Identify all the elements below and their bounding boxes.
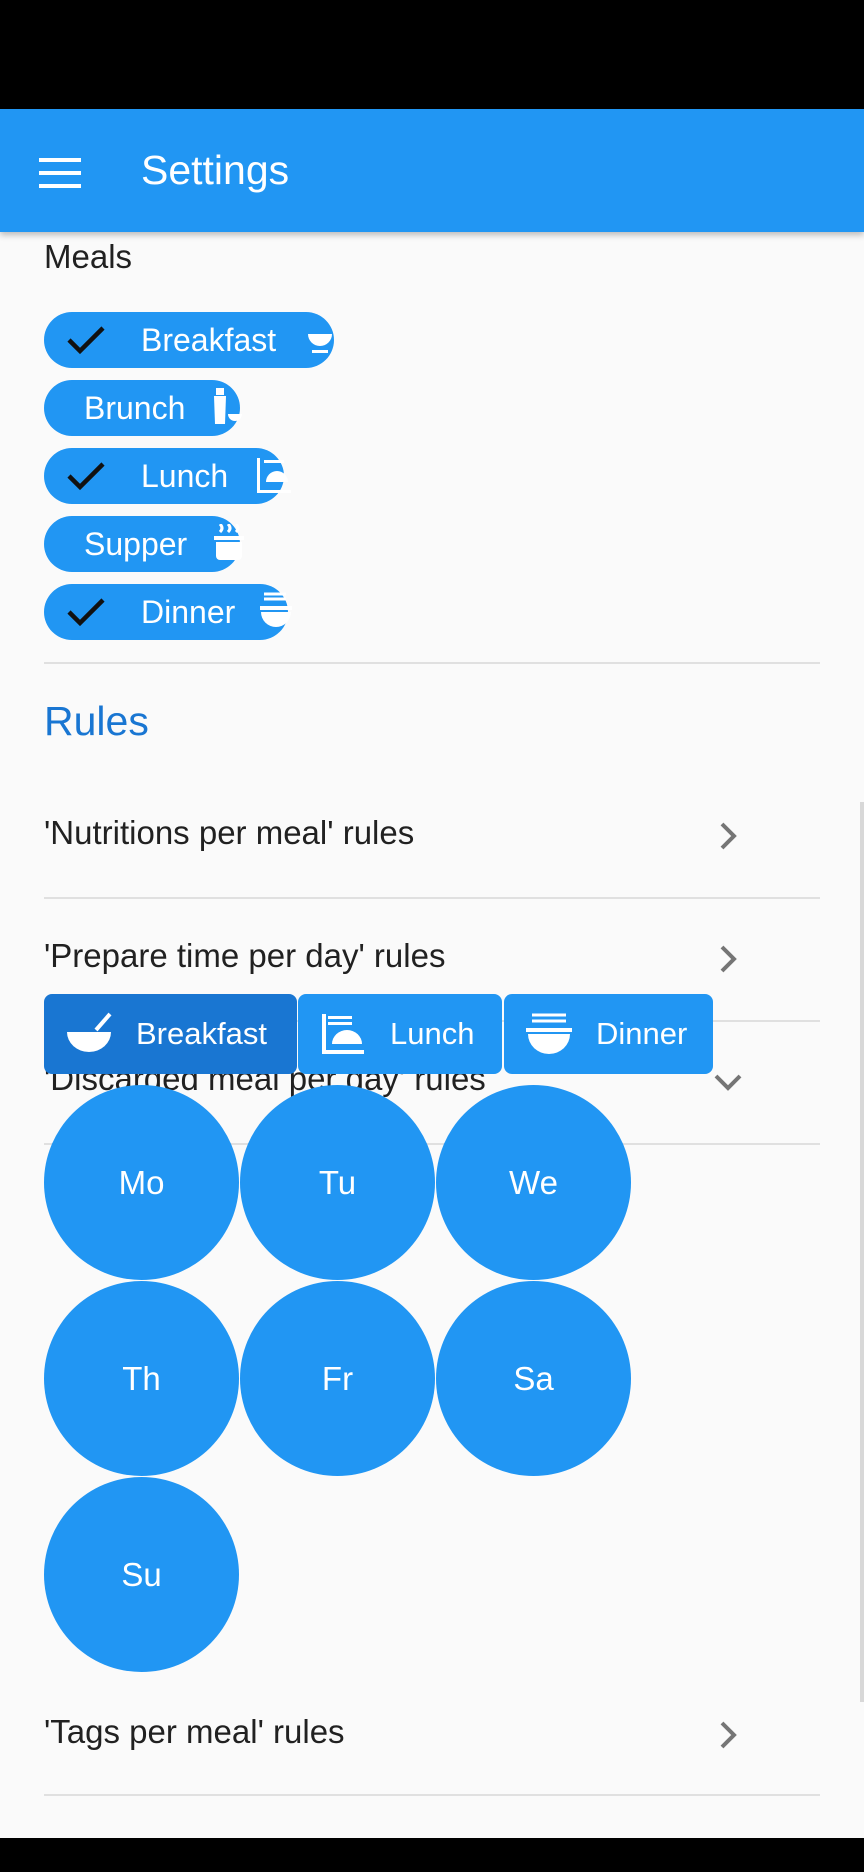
navigation-bar <box>0 1838 864 1872</box>
settings-content[interactable]: Meals Breakfast Brunch Lunch Supper Dinn… <box>0 232 864 1838</box>
check-icon <box>67 598 105 627</box>
day-friday[interactable]: Fr <box>240 1281 435 1476</box>
meal-toggle-dinner[interactable]: Dinner <box>504 994 713 1074</box>
meal-chip-label: Breakfast <box>141 322 277 358</box>
page-title: Settings <box>141 147 290 193</box>
section-divider <box>44 662 820 664</box>
day-wednesday[interactable]: We <box>436 1085 631 1280</box>
meal-chip-dinner[interactable]: Dinner <box>44 584 292 640</box>
app-bar: Settings <box>0 109 864 232</box>
row-divider <box>44 1794 820 1796</box>
chevron-right-icon <box>720 822 737 850</box>
breakfast-bowl-icon <box>308 334 332 353</box>
chevron-down-icon <box>714 1074 742 1091</box>
lunch-tray-icon <box>322 1014 364 1054</box>
rule-nutritions-per-meal[interactable]: 'Nutritions per meal' rules <box>44 776 820 896</box>
meal-toggle-breakfast[interactable]: Breakfast <box>44 994 297 1074</box>
meal-chip-lunch[interactable]: Lunch <box>44 448 291 504</box>
lunch-tray-icon <box>257 458 291 493</box>
menu-icon <box>39 158 81 188</box>
meal-chip-label: Supper <box>84 526 188 562</box>
check-icon <box>67 326 105 355</box>
meal-toggle-lunch[interactable]: Lunch <box>298 994 502 1074</box>
meal-chip-breakfast[interactable]: Breakfast <box>44 312 334 368</box>
meal-toggle-label: Lunch <box>390 1016 475 1051</box>
day-saturday[interactable]: Sa <box>436 1281 631 1476</box>
rule-label: 'Tags per meal' rules <box>44 1713 345 1750</box>
scrollbar[interactable] <box>860 802 864 1702</box>
meals-label: Meals <box>44 238 133 275</box>
chevron-right-icon <box>720 1721 737 1749</box>
rule-tags-per-meal[interactable]: 'Tags per meal' rules <box>44 1675 820 1795</box>
meal-chip-brunch[interactable]: Brunch <box>44 380 242 436</box>
status-bar <box>0 0 864 109</box>
breakfast-bowl-icon <box>67 1012 112 1052</box>
screen: Settings Meals Breakfast Brunch Lunch Su… <box>0 0 864 1872</box>
chevron-right-icon <box>720 945 737 973</box>
noodle-bowl-icon <box>526 1013 572 1054</box>
meal-chip-label: Lunch <box>141 458 229 494</box>
hot-pot-icon <box>214 524 244 560</box>
meal-chip-label: Brunch <box>84 390 186 426</box>
check-icon <box>67 462 105 491</box>
day-monday[interactable]: Mo <box>44 1085 239 1280</box>
day-sunday[interactable]: Su <box>44 1477 239 1672</box>
rule-label: 'Nutritions per meal' rules <box>44 814 415 851</box>
rule-label: 'Prepare time per day' rules <box>44 937 446 974</box>
rules-heading: Rules <box>44 698 149 744</box>
day-thursday[interactable]: Th <box>44 1281 239 1476</box>
meal-chip-supper[interactable]: Supper <box>44 516 244 572</box>
meal-chip-label: Dinner <box>141 594 236 630</box>
meal-toggle-label: Dinner <box>596 1016 688 1051</box>
menu-button[interactable] <box>24 137 96 209</box>
meal-toggle-label: Breakfast <box>136 1016 267 1051</box>
noodle-bowl-icon <box>260 592 292 627</box>
day-tuesday[interactable]: Tu <box>240 1085 435 1280</box>
bottle-icon <box>214 388 242 424</box>
